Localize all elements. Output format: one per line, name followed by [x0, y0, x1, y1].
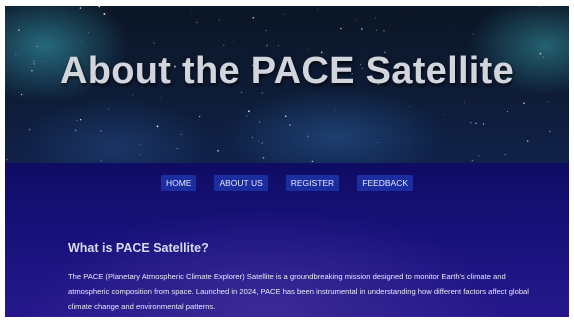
star	[450, 27, 452, 28]
star	[266, 44, 269, 47]
star	[160, 97, 162, 99]
star	[139, 144, 141, 146]
star	[195, 21, 198, 24]
star	[377, 142, 378, 143]
star	[318, 94, 320, 96]
star	[199, 104, 200, 106]
star	[232, 40, 234, 42]
section-paragraph: The PACE (Planetary Atmospheric Climate …	[68, 272, 529, 311]
star	[402, 8, 403, 9]
star	[504, 154, 506, 156]
star	[302, 153, 304, 155]
star	[470, 122, 472, 124]
star	[277, 44, 279, 46]
star	[79, 119, 82, 121]
star	[283, 13, 285, 15]
star	[218, 19, 221, 21]
star	[506, 111, 508, 112]
star	[176, 147, 178, 150]
star	[246, 115, 248, 117]
star	[18, 29, 20, 31]
star	[48, 144, 49, 145]
star	[153, 42, 155, 44]
page-frame: About the PACE Satellite HOME ABOUT US R…	[5, 6, 569, 317]
star	[463, 101, 466, 104]
star	[540, 6, 542, 7]
star	[207, 44, 209, 46]
star	[526, 140, 529, 142]
star	[289, 124, 291, 126]
star	[156, 125, 159, 128]
star	[360, 28, 363, 30]
nav-about-us-link[interactable]: ABOUT US	[214, 175, 268, 191]
star	[472, 33, 474, 35]
star	[408, 105, 410, 107]
star	[478, 155, 480, 157]
star	[252, 16, 255, 19]
star	[36, 45, 38, 47]
star	[471, 159, 474, 162]
star	[307, 135, 309, 138]
star	[79, 7, 82, 9]
star	[75, 119, 78, 122]
star	[444, 114, 446, 116]
star	[81, 40, 83, 42]
star	[265, 30, 267, 32]
star	[284, 115, 287, 118]
star	[28, 128, 31, 131]
star	[180, 133, 182, 135]
star	[523, 102, 525, 105]
section-heading: What is PACE Satellite?	[68, 241, 209, 255]
star	[259, 121, 261, 123]
star	[251, 137, 254, 139]
star	[103, 12, 106, 15]
star	[317, 9, 319, 11]
star	[223, 44, 225, 46]
star	[375, 29, 378, 31]
star	[383, 30, 385, 32]
star	[247, 110, 250, 113]
star	[20, 93, 23, 96]
star	[217, 150, 219, 152]
star	[509, 94, 510, 96]
star	[356, 19, 358, 21]
nav-feedback-link[interactable]: FEEDBACK	[357, 175, 414, 191]
nav-register-link[interactable]: REGISTER	[285, 175, 340, 191]
star	[44, 31, 46, 32]
star	[335, 109, 337, 111]
star	[98, 6, 101, 8]
nav-home-link[interactable]: HOME	[160, 175, 197, 191]
main-content: HOME ABOUT US REGISTER FEEDBACK What is …	[5, 163, 569, 317]
star	[375, 17, 377, 19]
star	[354, 21, 355, 22]
star	[548, 130, 551, 133]
star	[50, 28, 52, 29]
page-title: About the PACE Satellite	[59, 50, 515, 92]
main-nav: HOME ABOUT US REGISTER FEEDBACK	[5, 175, 569, 191]
star	[99, 11, 101, 13]
star	[261, 142, 263, 144]
star	[100, 130, 102, 132]
star	[108, 108, 110, 110]
star	[258, 141, 260, 143]
star	[482, 123, 485, 125]
star	[262, 156, 265, 159]
star	[12, 44, 13, 45]
star	[140, 154, 141, 156]
star	[550, 145, 552, 147]
hero-banner: About the PACE Satellite	[5, 6, 569, 163]
star	[340, 27, 342, 30]
star	[88, 31, 90, 33]
star	[311, 160, 314, 163]
star	[100, 160, 102, 162]
star	[191, 10, 192, 11]
star	[74, 129, 77, 132]
star	[281, 93, 282, 95]
star	[132, 94, 134, 96]
star	[6, 158, 8, 161]
star	[199, 115, 201, 118]
star	[475, 122, 477, 125]
star	[546, 101, 548, 103]
